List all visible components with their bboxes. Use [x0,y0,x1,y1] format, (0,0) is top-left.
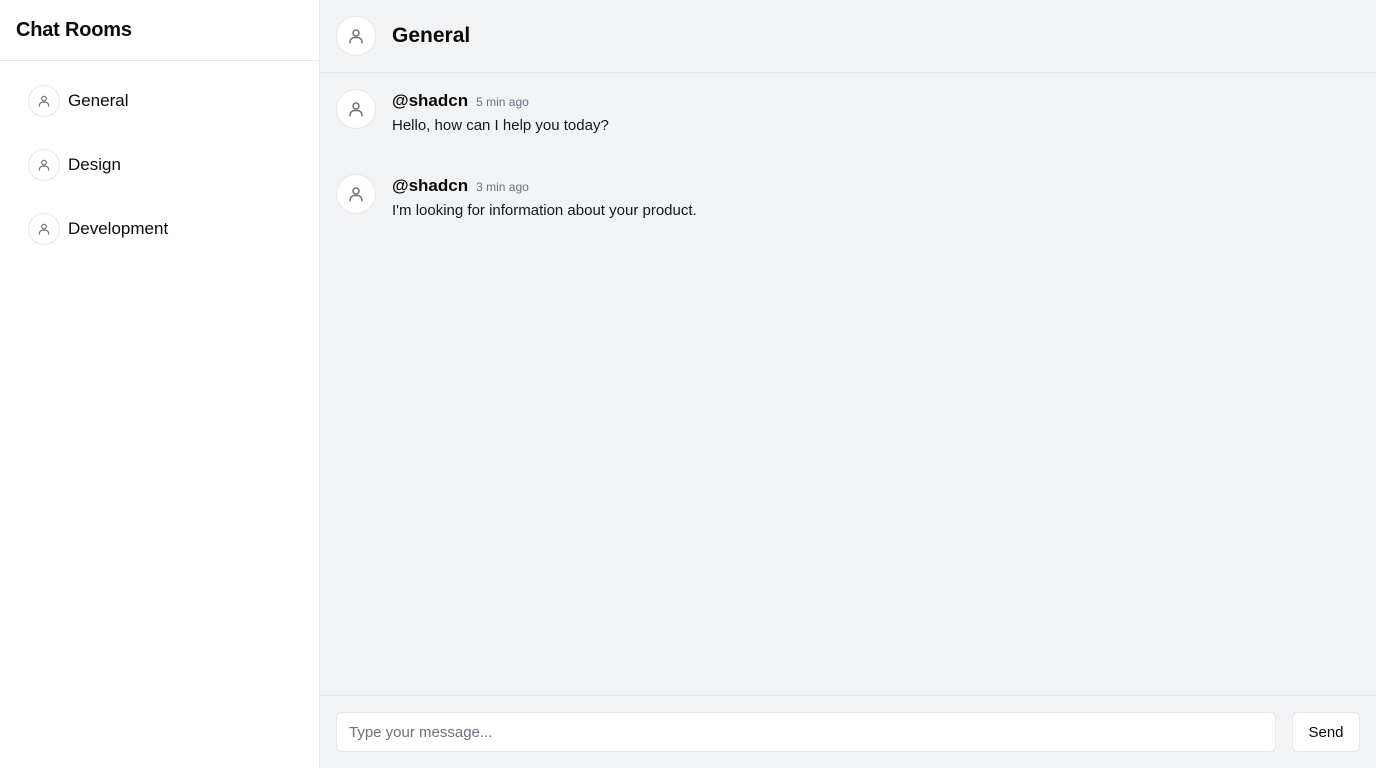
chat-header: General [320,0,1376,73]
chat-app: Chat Rooms General Design Development Ge… [0,0,1376,768]
user-icon [28,85,60,117]
user-icon [28,149,60,181]
room-item-design[interactable]: Design [28,145,291,185]
message-text: Hello, how can I help you today? [392,117,609,134]
room-item-general[interactable]: General [28,81,291,121]
message-timestamp: 3 min ago [476,180,529,194]
message: @shadcn 3 min ago I'm looking for inform… [336,174,1360,219]
user-icon [336,174,376,214]
message-text: I'm looking for information about your p… [392,202,697,219]
message-body: @shadcn 3 min ago I'm looking for inform… [392,174,697,219]
user-icon [336,16,376,56]
sidebar-title: Chat Rooms [16,18,132,41]
message-body: @shadcn 5 min ago Hello, how can I help … [392,89,609,134]
user-icon [336,89,376,129]
chat-panel: General @shadcn 5 min ago Hello, how can… [320,0,1376,768]
room-label: General [68,91,129,110]
room-label: Development [68,219,169,238]
message-input[interactable] [336,712,1276,752]
send-button[interactable]: Send [1292,712,1360,752]
room-list: General Design Development [0,61,319,249]
message-meta: @shadcn 5 min ago [392,91,609,111]
user-icon [28,213,60,245]
message-author: @shadcn [392,91,469,110]
message-meta: @shadcn 3 min ago [392,176,697,196]
sidebar-header: Chat Rooms [0,0,319,61]
message-author: @shadcn [392,176,469,195]
message-list: @shadcn 5 min ago Hello, how can I help … [320,73,1376,695]
sidebar: Chat Rooms General Design Development [0,0,320,768]
room-label: Design [68,155,121,174]
message-composer: Send [320,695,1376,768]
message: @shadcn 5 min ago Hello, how can I help … [336,89,1360,134]
message-timestamp: 5 min ago [476,95,529,109]
chat-title: General [392,24,471,47]
room-item-development[interactable]: Development [28,209,291,249]
